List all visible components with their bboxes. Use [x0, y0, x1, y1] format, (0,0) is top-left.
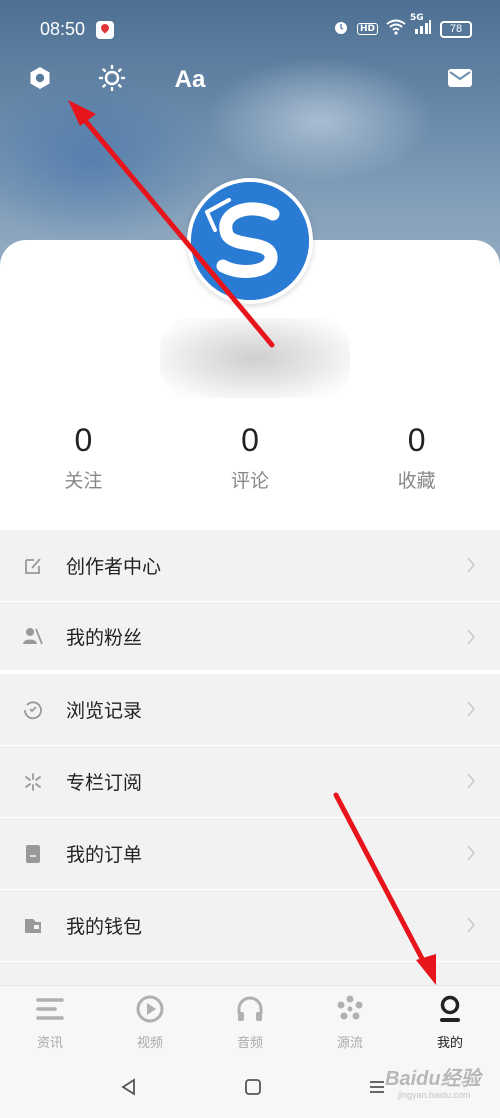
source-icon: [335, 994, 365, 1024]
stat-label: 收藏: [397, 470, 436, 492]
menu-item-label: 浏览记录: [66, 700, 143, 722]
tab-label: 视频: [136, 1036, 163, 1051]
chevron-right-icon: [466, 772, 476, 794]
stat-label: 评论: [231, 470, 270, 492]
menu-item-label: 专栏订阅: [66, 772, 143, 794]
menu-item-my-wallet[interactable]: 我的钱包: [0, 890, 500, 962]
tab-label: 我的: [436, 1036, 463, 1051]
order-icon: [22, 843, 44, 865]
messages-button[interactable]: [440, 60, 480, 100]
menu-item-column-subscription[interactable]: 专栏订阅: [0, 746, 500, 818]
profile-icon: [435, 994, 465, 1024]
subscription-icon: [22, 771, 44, 793]
wallet-icon: [22, 915, 44, 937]
menu-item-label: 我的订单: [66, 844, 143, 866]
battery-indicator: 78: [440, 20, 472, 38]
stat-value: 0: [241, 422, 259, 458]
edit-icon: [22, 555, 44, 577]
chevron-right-icon: [466, 556, 476, 578]
system-back-button[interactable]: [114, 1074, 144, 1104]
map-app-notification-icon: [96, 21, 114, 39]
tab-label: 音频: [236, 1036, 263, 1051]
settings-button[interactable]: [22, 60, 58, 100]
alarm-icon: [333, 19, 349, 39]
status-icons: HD 5G 78: [333, 13, 472, 39]
profile-menu: 创作者中心 我的粉丝 浏览记录 专栏订阅 我的订单 我的钱包: [0, 530, 500, 962]
status-time: 08:50: [40, 19, 86, 39]
menu-item-browsing-history[interactable]: 浏览记录: [0, 674, 500, 746]
chevron-right-icon: [466, 844, 476, 866]
baidu-watermark: Baidu经验: [385, 1068, 481, 1090]
menu-item-my-fans[interactable]: 我的粉丝: [0, 602, 500, 674]
avatar-image: [191, 182, 309, 300]
system-home-button[interactable]: [238, 1074, 268, 1104]
stat-comments[interactable]: 0 评论: [167, 420, 334, 510]
chevron-right-icon: [466, 628, 476, 650]
home-square-icon: [243, 1077, 263, 1101]
gear-icon: [27, 65, 53, 95]
menu-item-my-orders[interactable]: 我的订单: [0, 818, 500, 890]
mail-icon: [447, 67, 473, 93]
chevron-right-icon: [466, 916, 476, 938]
stat-following[interactable]: 0 关注: [0, 420, 167, 510]
profile-toolbar: Aa: [0, 60, 500, 100]
username-blurred: [160, 318, 350, 398]
signal-icon: 5G: [410, 13, 432, 39]
brightness-button[interactable]: [94, 60, 130, 100]
tab-news[interactable]: 资讯: [0, 986, 100, 1060]
baidu-watermark-url: jingyan.baidu.com: [398, 1090, 471, 1100]
stat-value: 0: [407, 422, 426, 458]
menu-lines-icon: [367, 1077, 387, 1101]
menu-item-label: 我的粉丝: [66, 626, 143, 649]
news-icon: [35, 994, 65, 1024]
font-size-button[interactable]: Aa: [168, 60, 212, 100]
chevron-right-icon: [466, 700, 476, 722]
bottom-nav: 资讯 视频 音频 源流 我的: [0, 985, 500, 1060]
menu-item-label: 创作者中心: [66, 556, 162, 578]
app-logo-icon: [191, 182, 309, 300]
tab-label: 资讯: [36, 1036, 63, 1051]
status-bar: 08:50 HD 5G 78: [0, 13, 500, 46]
history-icon: [22, 699, 44, 721]
audio-icon: [235, 994, 265, 1024]
tab-audio[interactable]: 音频: [200, 986, 300, 1060]
hd-badge: HD: [356, 23, 378, 35]
menu-item-label: 我的钱包: [66, 916, 143, 938]
tab-profile[interactable]: 我的: [400, 986, 500, 1060]
sun-icon: [98, 64, 126, 96]
avatar[interactable]: [187, 178, 313, 304]
stat-value: 0: [74, 422, 93, 458]
back-triangle-icon: [119, 1077, 139, 1101]
tab-video[interactable]: 视频: [100, 986, 200, 1060]
tab-label: 源流: [336, 1036, 363, 1051]
stat-label: 关注: [64, 470, 103, 492]
video-icon: [135, 994, 165, 1024]
wifi-icon: [386, 19, 406, 39]
menu-item-creator-center[interactable]: 创作者中心: [0, 530, 500, 602]
fans-icon: [22, 625, 44, 647]
tab-source[interactable]: 源流: [300, 986, 400, 1060]
stat-favorites[interactable]: 0 收藏: [333, 420, 500, 510]
profile-stats: 0 关注 0 评论 0 收藏: [0, 420, 500, 510]
network-type-label: 5G: [410, 13, 424, 23]
